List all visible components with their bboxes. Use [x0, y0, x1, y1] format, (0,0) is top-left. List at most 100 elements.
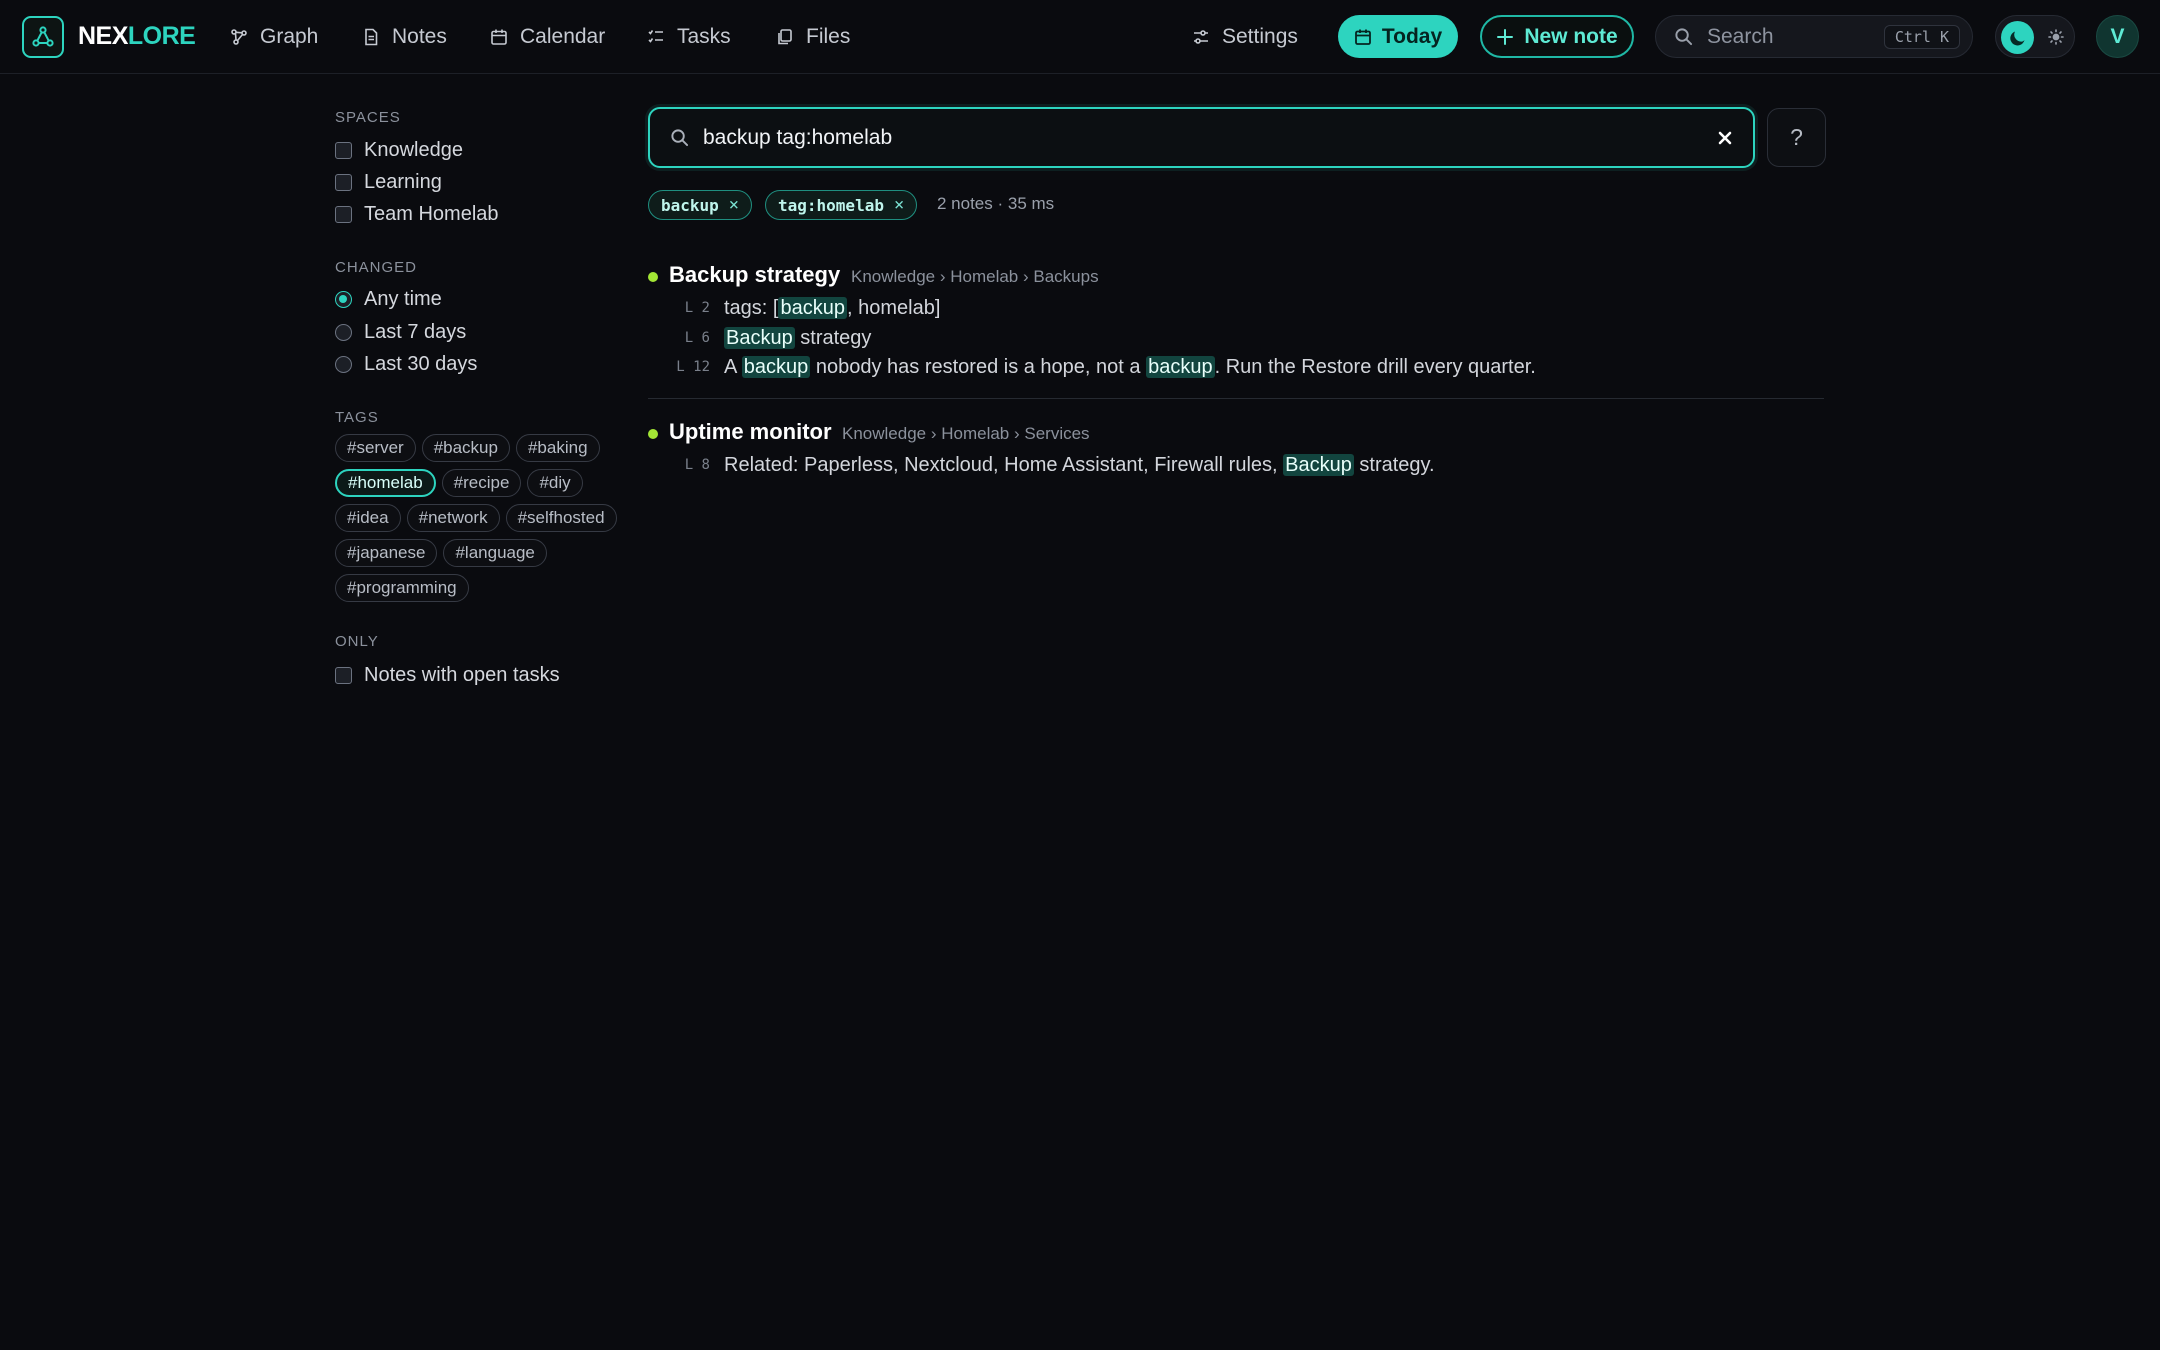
space-option-team-homelab[interactable]: Team Homelab [335, 200, 499, 228]
space-label: Learning [364, 170, 442, 193]
changed-label: Last 30 days [364, 352, 478, 375]
tag-cloud: #server #backup #baking #homelab #recipe… [335, 434, 625, 602]
nav-files[interactable]: Files [776, 20, 850, 54]
calendar-icon [1354, 29, 1371, 45]
line-text-pre: tags: [ [724, 296, 779, 319]
space-label: Knowledge [364, 138, 463, 161]
tag-language[interactable]: #language [443, 539, 547, 567]
changed-radio-selected[interactable] [335, 290, 352, 308]
top-bar: NEXLORE Graph Notes Calendar Tasks Files… [0, 0, 2160, 74]
match-highlight: backup [1146, 355, 1215, 378]
tag-diy[interactable]: #diy [527, 469, 583, 497]
line-number: L 12 [676, 359, 710, 375]
line-text-pre: Related: Paperless, Nextcloud, Home Assi… [724, 453, 1284, 476]
tag-selfhosted[interactable]: #selfhosted [505, 504, 617, 532]
tag-backup[interactable]: #backup [421, 434, 510, 462]
today-label: Today [1381, 24, 1443, 48]
nav-notes-label: Notes [392, 25, 447, 48]
calendar-icon [491, 29, 507, 45]
user-avatar[interactable]: V [2096, 15, 2139, 58]
line-number: L 8 [684, 457, 710, 473]
result-title[interactable]: Uptime monitor [669, 419, 832, 445]
query-input[interactable]: backup tag:homelab [648, 107, 1755, 168]
files-icon [778, 29, 792, 45]
space-checkbox[interactable] [335, 141, 352, 159]
line-text: Backup strategy [724, 326, 871, 350]
line-number: L 2 [684, 300, 710, 316]
match-line[interactable]: L 12 A backup nobody has restored is a h… [648, 353, 1536, 381]
remove-chip-icon[interactable]: × [894, 195, 904, 215]
tag-japanese[interactable]: #japanese [335, 539, 438, 567]
spaces-heading: SPACES [335, 109, 401, 126]
nav-files-label: Files [806, 25, 851, 48]
space-checkbox[interactable] [335, 205, 352, 223]
tag-homelab-active[interactable]: #homelab [335, 469, 436, 497]
open-tasks-label: Notes with open tasks [364, 663, 560, 686]
graph-icon [231, 29, 247, 45]
line-text-post: strategy. [1353, 453, 1435, 476]
document-icon [365, 28, 378, 46]
tag-server[interactable]: #server [335, 434, 416, 462]
changed-radio[interactable] [335, 355, 352, 373]
line-number: L 6 [684, 330, 710, 346]
new-note-button[interactable]: New note [1480, 15, 1634, 58]
match-highlight: Backup [1283, 453, 1354, 476]
chip-label: tag:homelab [778, 195, 884, 215]
match-highlight: backup [778, 296, 847, 319]
tag-recipe[interactable]: #recipe [441, 469, 522, 497]
match-dot [648, 429, 658, 439]
query-help-button[interactable]: ? [1767, 108, 1826, 167]
open-tasks-filter[interactable]: Notes with open tasks [335, 661, 560, 689]
line-text: Related: Paperless, Nextcloud, Home Assi… [724, 453, 1435, 477]
tag-network[interactable]: #network [406, 504, 500, 532]
graph-logo-icon [32, 26, 54, 47]
clear-query-icon[interactable] [1713, 126, 1737, 150]
tag-programming[interactable]: #programming [335, 574, 469, 602]
match-line[interactable]: L 8 Related: Paperless, Nextcloud, Home … [648, 451, 1435, 479]
changed-option-last-7-days[interactable]: Last 7 days [335, 318, 466, 346]
space-option-knowledge[interactable]: Knowledge [335, 136, 463, 164]
nav-settings[interactable]: Settings [1192, 20, 1298, 54]
app-logo[interactable] [22, 16, 64, 58]
line-text-pre: A [724, 355, 742, 378]
theme-toggle[interactable] [1995, 15, 2075, 58]
brand-name: NEXLORE [78, 22, 196, 51]
global-search-field[interactable]: Search Ctrl K [1655, 15, 1973, 58]
brand-part-1: NEX [78, 22, 128, 50]
open-tasks-checkbox[interactable] [335, 666, 352, 684]
nav-calendar-label: Calendar [520, 25, 606, 48]
result-title[interactable]: Backup strategy [669, 262, 840, 288]
query-text[interactable]: backup tag:homelab [703, 126, 892, 150]
changed-label: Any time [364, 287, 442, 310]
changed-option-any-time[interactable]: Any time [335, 285, 442, 313]
sliders-icon [1194, 30, 1208, 44]
tag-baking[interactable]: #baking [515, 434, 600, 462]
changed-radio[interactable] [335, 323, 352, 341]
search-icon [671, 129, 689, 147]
space-option-learning[interactable]: Learning [335, 168, 442, 196]
result-path: Knowledge › Homelab › Backups [851, 267, 1099, 286]
nav-graph-label: Graph [260, 25, 319, 48]
sun-icon [2046, 27, 2066, 47]
result-item[interactable]: Backup strategy Knowledge › Homelab › Ba… [648, 262, 1824, 382]
global-search-placeholder: Search [1707, 24, 1774, 48]
remove-chip-icon[interactable]: × [729, 195, 739, 215]
space-checkbox[interactable] [335, 173, 352, 191]
tag-idea[interactable]: #idea [335, 504, 401, 532]
match-line[interactable]: L 2 tags: [backup, homelab] [648, 294, 940, 322]
line-text-post: . Run the Restore drill every quarter. [1214, 355, 1536, 378]
search-icon [1675, 28, 1693, 46]
result-item[interactable]: Uptime monitor Knowledge › Homelab › Ser… [648, 419, 1824, 485]
moon-icon [2009, 31, 2024, 45]
match-line[interactable]: L 6 Backup strategy [648, 324, 871, 352]
changed-option-last-30-days[interactable]: Last 30 days [335, 350, 477, 378]
nav-graph[interactable]: Graph [230, 20, 318, 54]
task-list-icon [648, 30, 663, 43]
filter-chip-tag-homelab: tag:homelab × [765, 190, 918, 220]
nav-tasks[interactable]: Tasks [647, 20, 731, 54]
today-button[interactable]: Today [1338, 15, 1458, 58]
line-text-mid: nobody has restored is a hope, not a [810, 355, 1147, 378]
result-count: 2 notes · 35 ms [937, 194, 1055, 213]
nav-notes[interactable]: Notes [362, 20, 447, 54]
nav-calendar[interactable]: Calendar [490, 20, 605, 54]
